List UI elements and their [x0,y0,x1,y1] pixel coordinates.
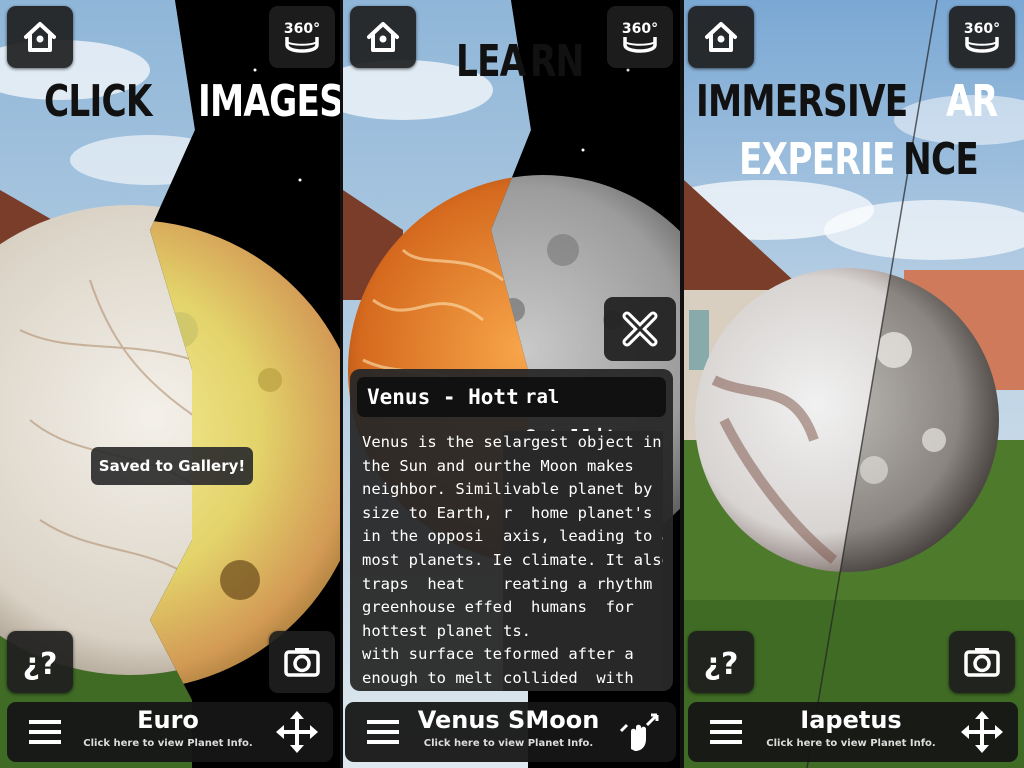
menu-icon [367,720,399,744]
menu-button[interactable] [15,704,75,760]
360-view-button[interactable]: 360° [269,6,335,68]
panel-immersive-ar: 360° IMMERSIVE AR EXPERIE NCE ¿? Iapetus… [684,0,1024,768]
home-button[interactable] [350,6,416,68]
move-button[interactable] [950,704,1014,760]
planet-info-hint: Click here to view Planet Info. [766,738,936,749]
headline-right: IMAGES [198,76,340,127]
headline-left: IMMERSIVE [696,76,908,127]
saved-toast: Saved to Gallery! [91,447,253,485]
pinch-zoom-icon [619,713,659,751]
home-icon [367,22,399,52]
headline-right: RN [530,36,584,87]
home-icon [24,22,56,52]
planet-info-button[interactable]: Euro Click here to view Planet Info. [79,702,257,762]
move-icon [276,711,318,753]
360-view-button[interactable]: 360° [949,6,1015,68]
planet-info-button[interactable]: Venus SMoon Click here to view Planet In… [417,702,600,762]
home-button[interactable] [688,6,754,68]
camera-button[interactable] [949,631,1015,693]
planet-info-button[interactable]: Iapetus Click here to view Planet Info. [760,702,942,762]
bottom-bar: Iapetus Click here to view Planet Info. [688,702,1018,762]
camera-icon [964,648,1000,677]
planet-info-hint: Click here to view Planet Info. [83,738,253,749]
menu-icon [29,720,61,744]
svg-text:360°: 360° [964,21,1000,37]
svg-text:360°: 360° [622,21,658,37]
close-icon [622,311,658,347]
info-text-right: largest object in the Moon makes ivable … [503,431,663,691]
info-body: Venus is the sec the Sun and our neighbo… [350,431,673,691]
360-view-icon: 360° [622,21,658,53]
home-icon [705,22,737,52]
help-button[interactable]: ¿? [688,631,754,693]
360-view-icon: 360° [964,21,1000,53]
planet-info-card: Venus - Hott ral Satellite Venus is the … [350,369,673,691]
360-view-icon: 360° [284,21,320,53]
svg-text:¿?: ¿? [23,647,58,682]
menu-button[interactable] [353,704,413,760]
headline-left: CLICK [44,76,152,127]
screenshot-collage: 360° CLICK IMAGES Saved to Gallery! ¿? E… [0,0,1024,768]
help-button[interactable]: ¿? [7,631,73,693]
planet-name: Euro [137,706,199,734]
camera-button[interactable] [269,631,335,693]
close-info-button[interactable] [604,297,676,361]
pinch-zoom-button[interactable] [608,704,672,760]
planet-info-hint: Click here to view Planet Info. [423,738,594,749]
bottom-bar: Euro Click here to view Planet Info. [7,702,333,762]
move-button[interactable] [265,704,329,760]
help-icon: ¿? [23,647,58,682]
move-icon [961,711,1003,753]
panel-click-images: 360° CLICK IMAGES Saved to Gallery! ¿? E… [0,0,340,768]
menu-icon [710,720,742,744]
help-icon: ¿? [704,647,739,682]
360-view-button[interactable]: 360° [607,6,673,68]
headline2-right: NCE [903,134,979,185]
menu-button[interactable] [696,704,756,760]
headline-right: AR [946,76,998,127]
bottom-bar: Venus SMoon Click here to view Planet In… [345,702,676,762]
info-title: Venus - Hott ral Satellite [357,377,666,448]
svg-text:360°: 360° [284,21,320,37]
panel-learn: 360° LEA RN Venus - Hott ral Satellite V… [343,0,680,768]
home-button[interactable] [7,6,73,68]
info-title-left: Venus - Hott [367,385,519,409]
svg-text:¿?: ¿? [704,647,739,682]
planet-name: Iapetus [800,706,902,734]
planet-name: Venus SMoon [417,706,600,734]
camera-icon [284,648,320,677]
info-text-left: Venus is the sec the Sun and our neighbo… [362,433,510,687]
